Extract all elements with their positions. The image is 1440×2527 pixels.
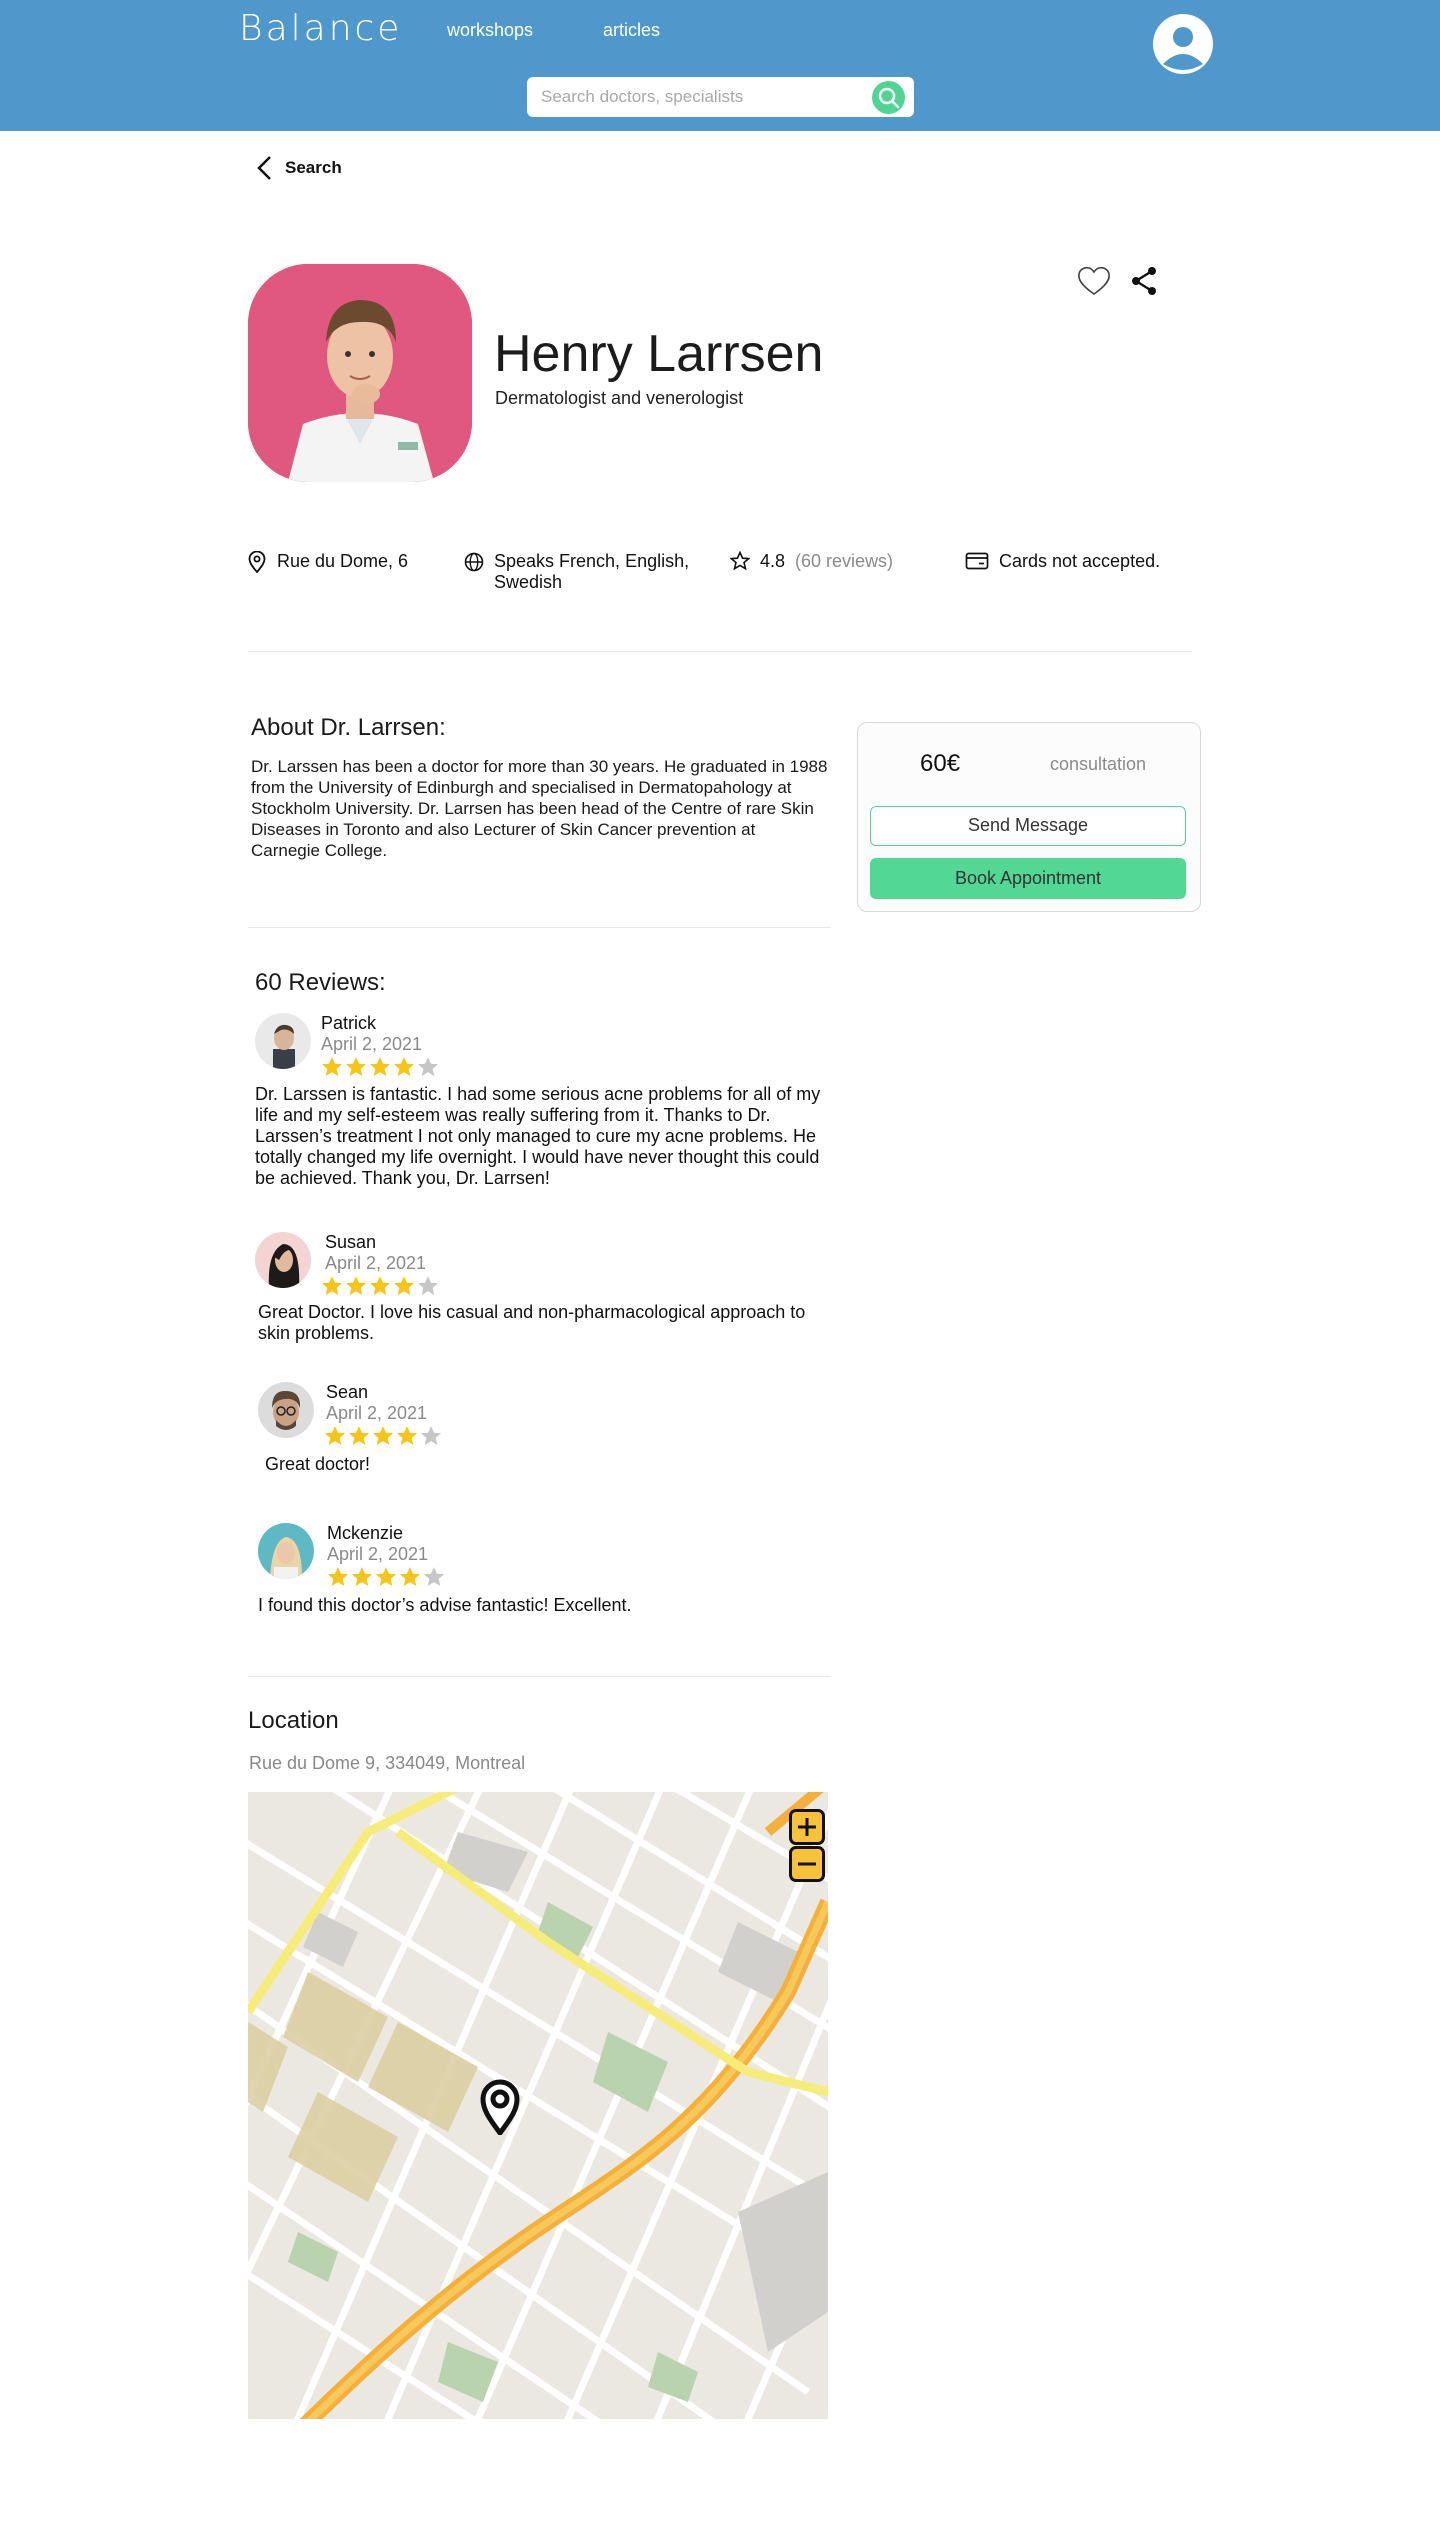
heart-icon bbox=[1078, 266, 1110, 295]
booking-card: 60€ consultation Send Message Book Appoi… bbox=[857, 722, 1201, 912]
app-logo[interactable]: Balance bbox=[239, 8, 402, 49]
review-stars bbox=[321, 1275, 439, 1297]
favorite-button[interactable] bbox=[1077, 265, 1111, 302]
star-filled-icon bbox=[396, 1426, 418, 1446]
star-filled-icon bbox=[393, 1276, 415, 1296]
map-pin-icon bbox=[480, 2079, 520, 2135]
credit-card-icon bbox=[965, 552, 989, 570]
chevron-left-icon bbox=[257, 156, 271, 180]
review-date: April 2, 2021 bbox=[325, 1253, 427, 1273]
review-item: Susan April 2, 2021 Great Doctor. I love… bbox=[255, 1232, 835, 1343]
star-filled-icon bbox=[351, 1567, 373, 1587]
reviewer-avatar bbox=[258, 1382, 314, 1438]
nav-articles[interactable]: articles bbox=[603, 20, 660, 41]
rating-value: 4.8 bbox=[760, 551, 786, 571]
doctor-specialty: Dermatologist and venerologist bbox=[495, 388, 744, 408]
review-date: April 2, 2021 bbox=[326, 1403, 428, 1423]
user-icon bbox=[1163, 27, 1203, 70]
reviewer-avatar bbox=[255, 1013, 311, 1069]
top-bar: Balance workshops articles bbox=[0, 0, 1440, 131]
review-item: Sean April 2, 2021 Great doctor! bbox=[258, 1382, 838, 1474]
location-address: Rue du Dome 9, 334049, Montreal bbox=[249, 1753, 526, 1773]
star-filled-icon bbox=[375, 1567, 397, 1587]
review-date: April 2, 2021 bbox=[327, 1544, 429, 1564]
star-filled-icon bbox=[399, 1567, 421, 1587]
share-icon bbox=[1132, 267, 1156, 295]
star-empty-icon bbox=[420, 1426, 442, 1446]
star-empty-icon bbox=[417, 1276, 439, 1296]
info-payment: Cards not accepted. bbox=[965, 551, 1160, 572]
reviewer-name: Susan bbox=[325, 1232, 377, 1252]
star-filled-icon bbox=[348, 1426, 370, 1446]
location-pin-icon bbox=[248, 551, 266, 573]
star-filled-icon bbox=[393, 1057, 415, 1077]
info-address: Rue du Dome, 6 bbox=[247, 551, 408, 573]
star-filled-icon bbox=[345, 1276, 367, 1296]
zoom-in-button[interactable] bbox=[789, 1809, 825, 1845]
reviewer-name: Mckenzie bbox=[327, 1523, 404, 1543]
star-filled-icon bbox=[369, 1276, 391, 1296]
search-icon bbox=[878, 87, 900, 109]
review-stars bbox=[327, 1566, 445, 1588]
reviewer-name: Sean bbox=[326, 1382, 369, 1402]
star-filled-icon bbox=[369, 1057, 391, 1077]
consultation-price: 60€ bbox=[920, 750, 961, 777]
star-empty-icon bbox=[423, 1567, 445, 1587]
back-label: Search bbox=[285, 158, 342, 177]
consultation-label: consultation bbox=[1050, 754, 1147, 774]
rating-count[interactable]: (60 reviews) bbox=[795, 551, 893, 572]
review-item: Mckenzie April 2, 2021 I found this doct… bbox=[258, 1523, 838, 1623]
star-filled-icon bbox=[345, 1057, 367, 1077]
nav-workshops[interactable]: workshops bbox=[447, 20, 533, 41]
search-bar bbox=[527, 77, 914, 117]
review-stars bbox=[321, 1056, 439, 1078]
search-input[interactable] bbox=[541, 83, 861, 111]
doctor-photo bbox=[248, 264, 472, 482]
about-text: Dr. Larssen has been a doctor for more t… bbox=[251, 757, 828, 860]
review-item: Patrick April 2, 2021 Dr. Larssen is fan… bbox=[255, 1013, 835, 1193]
star-filled-icon bbox=[324, 1426, 346, 1446]
reviewer-avatar bbox=[255, 1232, 311, 1288]
search-button[interactable] bbox=[872, 81, 905, 114]
star-filled-icon bbox=[327, 1567, 349, 1587]
reviews-title: 60 Reviews: bbox=[255, 969, 386, 996]
star-filled-icon bbox=[372, 1426, 394, 1446]
address-text: Rue du Dome, 6 bbox=[277, 551, 409, 571]
info-rating: 4.8 (60 reviews) bbox=[730, 551, 893, 572]
doctor-name: Henry Larrsen bbox=[494, 325, 824, 383]
review-stars bbox=[324, 1425, 442, 1447]
star-empty-icon bbox=[417, 1057, 439, 1077]
star-outline-icon bbox=[730, 551, 750, 571]
globe-icon bbox=[464, 552, 484, 572]
map-tiles bbox=[248, 1792, 828, 2419]
divider bbox=[248, 1676, 831, 1677]
reviewer-avatar bbox=[258, 1523, 314, 1579]
payment-text: Cards not accepted. bbox=[999, 551, 1161, 571]
star-filled-icon bbox=[321, 1057, 343, 1077]
minus-icon bbox=[798, 1862, 816, 1866]
divider bbox=[248, 927, 831, 928]
review-text: Great Doctor. I love his casual and non-… bbox=[258, 1302, 806, 1343]
reviewer-name: Patrick bbox=[321, 1013, 377, 1033]
review-text: Great doctor! bbox=[265, 1454, 371, 1474]
review-text: Dr. Larssen is fantastic. I had some ser… bbox=[255, 1084, 821, 1188]
book-appointment-button[interactable]: Book Appointment bbox=[870, 858, 1186, 899]
about-title: About Dr. Larrsen: bbox=[251, 714, 446, 741]
star-filled-icon bbox=[321, 1276, 343, 1296]
info-languages: Speaks French, English, Swedish bbox=[464, 551, 694, 593]
divider bbox=[248, 651, 1192, 652]
languages-text: Speaks French, English, Swedish bbox=[494, 551, 690, 592]
location-title: Location bbox=[248, 1707, 339, 1734]
zoom-out-button[interactable] bbox=[789, 1846, 825, 1882]
user-avatar-button[interactable] bbox=[1153, 14, 1213, 74]
review-date: April 2, 2021 bbox=[321, 1034, 423, 1054]
back-to-search[interactable]: Search bbox=[255, 155, 342, 181]
location-map[interactable] bbox=[248, 1792, 828, 2419]
review-text: I found this doctor’s advise fantastic! … bbox=[258, 1595, 632, 1615]
send-message-button[interactable]: Send Message bbox=[870, 806, 1186, 846]
share-button[interactable] bbox=[1130, 266, 1158, 301]
plus-icon bbox=[798, 1818, 816, 1836]
